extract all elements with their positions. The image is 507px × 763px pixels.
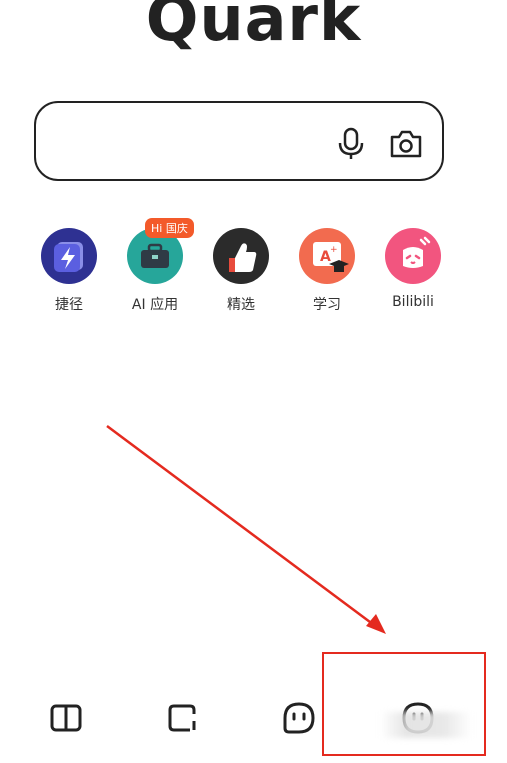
book-icon[interactable] — [48, 700, 84, 736]
search-box[interactable] — [34, 101, 444, 181]
shortcut-shortcuts[interactable]: 捷径 — [29, 228, 109, 314]
shortcut-bilibili[interactable]: Bilibili — [373, 228, 453, 310]
shortcut-label: Bilibili — [392, 294, 434, 310]
bilibili-icon — [385, 228, 441, 284]
holiday-badge: Hi 国庆 — [145, 218, 194, 238]
shortcut-ai-apps[interactable]: Hi 国庆 AI 应用 — [115, 218, 195, 314]
tabs-icon[interactable] — [164, 700, 200, 736]
camera-icon[interactable] — [388, 128, 424, 160]
graduation-icon: A + — [299, 228, 355, 284]
microphone-icon[interactable] — [336, 127, 366, 161]
shortcut-label: 精选 — [227, 297, 255, 313]
lightning-icon — [41, 228, 97, 284]
quark-logo: Quark — [145, 0, 362, 55]
svg-text:+: + — [330, 245, 338, 255]
smile-chat-icon[interactable] — [281, 700, 317, 736]
thumbs-up-icon — [213, 228, 269, 284]
shortcut-study[interactable]: A + 学习 — [287, 228, 367, 314]
shortcut-label: 学习 — [313, 297, 341, 313]
annotation-highlight-box — [322, 652, 486, 756]
briefcase-icon: Hi 国庆 — [127, 218, 194, 284]
shortcut-featured[interactable]: 精选 — [201, 228, 281, 314]
shortcut-label: AI 应用 — [131, 297, 179, 313]
shortcut-label: 捷径 — [55, 297, 83, 313]
